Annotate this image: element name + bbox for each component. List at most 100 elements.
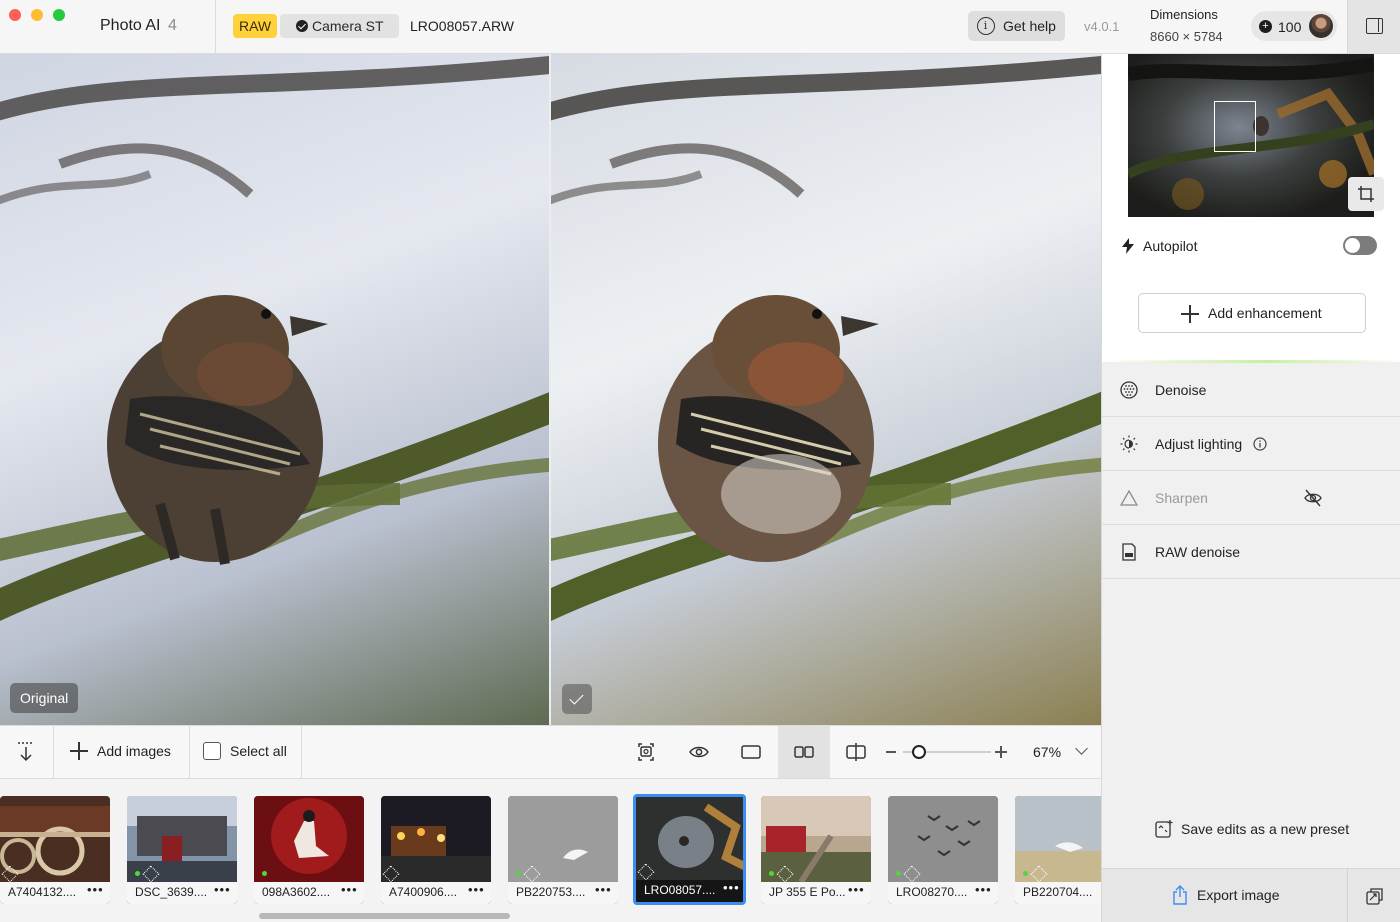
thumbnail-name: JP 355 E Po...	[769, 885, 846, 899]
filmstrip-item-selected[interactable]: LRO08057.... •••	[633, 794, 746, 905]
image-preview[interactable]: Original	[0, 54, 1101, 725]
enhancement-label: RAW denoise	[1155, 544, 1241, 560]
dimensions-value: 8660 × 5784	[1150, 29, 1223, 44]
autopilot-section: Autopilot Add enhancement	[1102, 219, 1400, 362]
toggle-knob	[1345, 238, 1360, 253]
side-by-side-view-button[interactable]	[778, 726, 830, 778]
get-help-button[interactable]: Get help	[968, 11, 1065, 41]
zoom-slider-handle[interactable]	[911, 745, 926, 759]
sharpen-icon	[1120, 489, 1138, 506]
sort-download-icon[interactable]	[16, 741, 36, 763]
autopilot-toggle[interactable]	[1343, 236, 1377, 255]
thumbnail-image	[0, 796, 110, 882]
get-help-label: Get help	[1003, 18, 1056, 34]
raw-denoise-icon	[1122, 543, 1136, 561]
enhanced-check-icon	[562, 684, 592, 714]
thumbnail-image	[381, 796, 491, 882]
share-export-icon	[1173, 885, 1187, 905]
navigator-viewport-box[interactable]	[1214, 101, 1256, 152]
more-options-button[interactable]: •••	[214, 882, 231, 897]
thumbnail-name: LRO08270....	[896, 885, 968, 899]
divider	[53, 726, 54, 778]
enhancement-item-denoise[interactable]: Denoise	[1102, 363, 1400, 417]
crop-button[interactable]	[1348, 177, 1384, 211]
more-options-button[interactable]: •••	[87, 882, 104, 897]
thumbnail-name: A7404132....	[8, 885, 77, 899]
raw-badge: RAW	[233, 14, 278, 38]
thumbnail-image	[254, 796, 364, 882]
camera-profile-label: Camera ST	[312, 18, 384, 34]
info-icon[interactable]	[1253, 437, 1267, 451]
add-enhancement-label: Add enhancement	[1208, 305, 1322, 321]
enhancement-label: Adjust lighting	[1155, 436, 1243, 452]
filmstrip-item[interactable]: A7400906.... •••	[381, 796, 491, 904]
enhancement-label: Sharpen	[1155, 490, 1208, 506]
zoom-out-button[interactable]	[886, 751, 896, 753]
more-options-button[interactable]: •••	[848, 882, 865, 897]
snapshot-button[interactable]	[620, 726, 672, 778]
camera-profile-badge[interactable]: Camera ST	[280, 14, 399, 38]
filmstrip-item[interactable]: PB220704.... •••	[1015, 796, 1101, 904]
more-options-button[interactable]: •••	[468, 882, 485, 897]
crop-icon	[1358, 186, 1374, 202]
toggle-panel-button[interactable]	[1347, 0, 1400, 53]
more-options-button[interactable]: •••	[595, 882, 612, 897]
export-settings-icon	[1366, 888, 1383, 905]
zoom-window-button[interactable]	[53, 9, 65, 21]
preview-toggle-button[interactable]	[673, 726, 725, 778]
avatar	[1309, 14, 1333, 38]
filmstrip-item[interactable]: PB220753.... •••	[508, 796, 618, 904]
thumbnail-name: 098A3602....	[262, 885, 331, 899]
checkbox-box	[203, 742, 221, 760]
enhancement-label: Denoise	[1155, 382, 1207, 398]
filmstrip-item[interactable]: LRO08270.... •••	[888, 796, 998, 904]
filmstrip-item[interactable]: JP 355 E Po... •••	[761, 796, 871, 904]
plus-icon	[1181, 305, 1199, 323]
credits-account-button[interactable]: + 100	[1251, 11, 1337, 41]
processed-status-dot	[516, 871, 521, 876]
eye-icon	[689, 746, 709, 758]
minimize-window-button[interactable]	[31, 9, 43, 21]
split-view-icon	[846, 743, 866, 761]
app-title: Photo AI	[100, 17, 161, 34]
more-options-button[interactable]: •••	[341, 882, 358, 897]
add-credits-icon: +	[1259, 20, 1272, 33]
add-enhancement-button[interactable]: Add enhancement	[1138, 293, 1366, 333]
raw-file-icon	[524, 866, 538, 880]
processed-status-dot	[769, 871, 774, 876]
close-window-button[interactable]	[9, 9, 21, 21]
zoom-in-button[interactable]	[995, 746, 1007, 758]
filmstrip-item[interactable]: A7404132.... •••	[0, 796, 110, 904]
processed-status-dot	[262, 871, 267, 876]
export-image-button[interactable]: Export image	[1102, 869, 1347, 922]
zoom-dropdown-chevron-icon[interactable]	[1075, 742, 1088, 755]
original-photo	[0, 56, 549, 621]
export-bar: Export image	[1102, 868, 1400, 922]
app-window: Photo AI 4 RAW Camera ST LRO08057.ARW Ge…	[0, 0, 1400, 922]
enhanced-photo	[551, 55, 1101, 621]
thumbnail-name: PB220753....	[516, 885, 586, 899]
filmstrip-scrollbar[interactable]	[259, 913, 510, 919]
divider	[189, 726, 190, 778]
export-options-button[interactable]	[1347, 869, 1400, 922]
eye-hidden-icon[interactable]	[1303, 489, 1323, 507]
single-view-icon	[741, 745, 761, 759]
filmstrip[interactable]: A7404132.... ••• DSC_3639.... ••• 098A36…	[0, 779, 1101, 922]
single-view-button[interactable]	[725, 726, 777, 778]
info-icon	[977, 17, 995, 35]
thumbnail-name: PB220704....	[1023, 885, 1093, 899]
filmstrip-item[interactable]: DSC_3639.... •••	[127, 796, 237, 904]
more-options-button[interactable]: •••	[723, 880, 740, 895]
credits-count: 100	[1278, 19, 1302, 35]
processed-status-dot	[135, 871, 140, 876]
enhancement-item-raw-denoise[interactable]: RAW denoise	[1102, 525, 1400, 579]
enhancement-item-adjust-lighting[interactable]: Adjust lighting	[1102, 417, 1400, 471]
enhancement-item-sharpen[interactable]: Sharpen	[1102, 471, 1400, 525]
more-options-button[interactable]: •••	[975, 882, 992, 897]
app-major-version: 4	[168, 17, 177, 34]
enhanced-pane[interactable]	[551, 54, 1101, 725]
filmstrip-item[interactable]: 098A3602.... •••	[254, 796, 364, 904]
split-view-button[interactable]	[830, 726, 882, 778]
navigator[interactable]	[1102, 54, 1400, 219]
original-pane[interactable]	[0, 54, 549, 725]
